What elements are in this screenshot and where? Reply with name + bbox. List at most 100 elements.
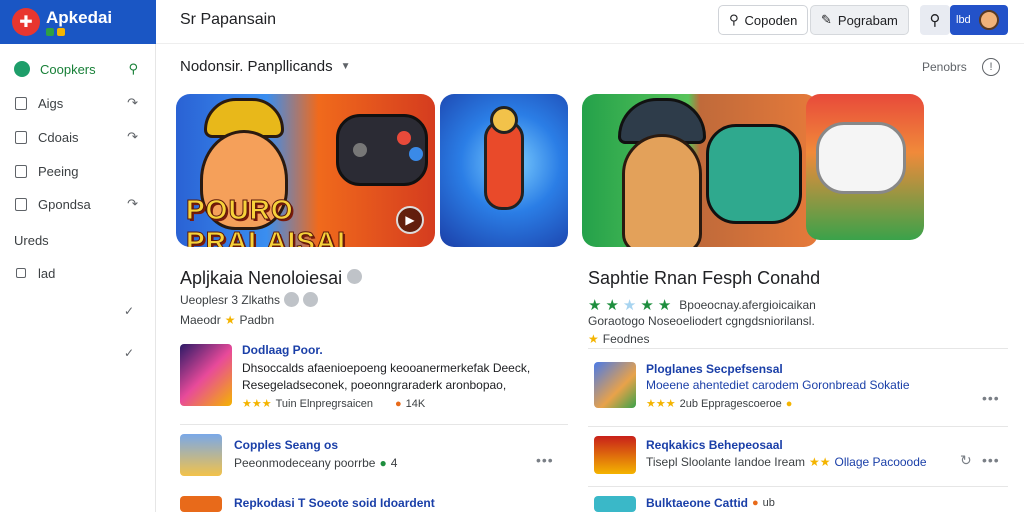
list-item-title[interactable]: Reqkakics Behepeosaal xyxy=(646,438,783,452)
badge-icon xyxy=(284,292,300,307)
arrow-icon[interactable]: ↷ xyxy=(127,129,138,145)
refresh-icon[interactable]: ↻ xyxy=(960,452,973,469)
page-icon xyxy=(14,130,28,144)
list-item-title[interactable]: Dodlaag Poor. xyxy=(242,343,323,357)
user-menu[interactable]: lbd xyxy=(950,5,1008,35)
emoji-icon: ● xyxy=(379,456,387,470)
sidebar-item-gpondsa[interactable]: Gpondsa ↷ xyxy=(14,193,144,215)
sidebar-item-aigs[interactable]: Aigs ↷ xyxy=(14,92,144,114)
featured-meta: Ueoplesr 3 Zlkaths xyxy=(180,292,319,307)
more-icon[interactable]: ••• xyxy=(982,452,1000,468)
featured-title[interactable]: Saphtie Rnan Fesph Conahd xyxy=(588,268,820,289)
info-icon[interactable]: ! xyxy=(982,58,1000,76)
list-item-title[interactable]: Copples Seang os xyxy=(234,438,338,452)
edit-button[interactable]: ✎ Pograbam xyxy=(810,5,909,35)
sidebar-item-coopkers[interactable]: Coopkers ⚲ xyxy=(14,58,144,80)
star-icon: ★ xyxy=(605,297,619,314)
star-icon: ★★ xyxy=(808,455,831,469)
featured-sub: ★ Feodnes xyxy=(588,332,649,346)
user-label: lbd xyxy=(956,14,971,26)
chevron-down-icon[interactable]: ✓ xyxy=(124,346,134,360)
open-button-label: Copoden xyxy=(744,12,798,28)
sidebar-item-lad[interactable]: lad xyxy=(14,262,144,284)
page-title: Sr Papansain xyxy=(180,11,277,28)
sort-label[interactable]: Penobrs xyxy=(922,60,967,74)
app-icon[interactable] xyxy=(594,362,636,408)
robot-head xyxy=(490,106,518,134)
arrow-icon[interactable]: ↷ xyxy=(127,196,138,212)
divider xyxy=(588,486,1008,487)
box-icon xyxy=(14,96,28,110)
sidebar: ✚ Apkedai Coopkers ⚲ Aigs ↷ Cdoais ↷ Pee… xyxy=(0,0,156,512)
featured-rating: ★ ★ ★ ★ ★ Bpoeocnay.afergioicaikan xyxy=(588,296,816,314)
star-icon: ★★★ xyxy=(242,398,272,410)
app-icon[interactable] xyxy=(180,344,232,406)
star-icon: ★ xyxy=(657,297,672,314)
brand-badges xyxy=(46,27,112,36)
sidebar-item-cdoais[interactable]: Cdoais ↷ xyxy=(14,126,144,148)
featured-rating-suffix: Padbn xyxy=(239,313,275,327)
more-icon[interactable]: ••• xyxy=(536,452,554,468)
star-icon: ★ xyxy=(588,297,602,314)
caret-down-icon: ▼ xyxy=(340,61,351,72)
list-item-desc-text: Tisepl Sloolante Iandoe Iream xyxy=(646,455,805,469)
folder-icon xyxy=(14,197,28,211)
list-item-title[interactable]: Ploglanes Secpefsensal xyxy=(646,362,783,376)
play-icon[interactable]: ▶ xyxy=(396,206,424,234)
featured-title[interactable]: Apljkaia Nenoloiesai xyxy=(180,268,363,289)
search-button[interactable]: ⚲ xyxy=(920,5,950,35)
app-icon[interactable] xyxy=(594,436,636,474)
list-item-desc: Peeonmodeceany poorrbe ● 4 xyxy=(234,456,397,470)
featured-banner-small[interactable] xyxy=(440,94,568,247)
category-dropdown[interactable]: Nodonsir. Panpllicands ▼ xyxy=(180,58,351,75)
list-item-header: Bulktaeone Cattid ● ub xyxy=(646,496,775,510)
star-icon: ★ xyxy=(640,297,654,314)
search-icon: ⚲ xyxy=(729,12,739,27)
more-icon[interactable]: ••• xyxy=(982,390,1000,406)
gamepad-icon xyxy=(706,124,802,224)
arrow-icon[interactable]: ↷ xyxy=(127,95,138,111)
brand-logo-icon: ✚ xyxy=(12,8,40,36)
star-icon: ★ xyxy=(588,332,599,346)
star-icon: ★ xyxy=(224,313,236,327)
sidebar-item-ureds[interactable]: Ureds xyxy=(14,229,144,251)
brand-name: Apkedai xyxy=(46,7,113,27)
badge-icon xyxy=(347,269,363,284)
sidebar-item-label: Coopkers xyxy=(40,61,96,77)
gamepad-icon xyxy=(816,122,906,194)
app-icon[interactable] xyxy=(180,434,222,476)
search-icon: ⚲ xyxy=(929,12,941,29)
open-button[interactable]: ⚲ Copoden xyxy=(718,5,809,35)
sidebar-item-label: Gpondsa xyxy=(38,196,91,212)
sidebar-item-label: Ureds xyxy=(14,232,49,248)
list-item-title[interactable]: Bulktaeone Cattid xyxy=(646,496,748,510)
list-item-desc: ub xyxy=(762,497,775,509)
sidebar-item-label: Cdoais xyxy=(38,129,79,145)
top-bar: Sr Papansain ⚲ Copoden ✎ Pograbam ⚲ lbd xyxy=(156,0,1024,44)
pencil-icon: ✎ xyxy=(821,12,832,27)
hero-character xyxy=(622,134,702,247)
doc-icon xyxy=(14,164,28,178)
rating-text: 2ub Eppragescoeroe xyxy=(679,397,782,410)
sidebar-item-label: lad xyxy=(38,265,56,281)
featured-desc: Goraotogo Noseoeliodert cgngdsniorilansl… xyxy=(588,314,815,328)
list-item-desc: Tisepl Sloolante Iandoe Iream ★★ Ollage … xyxy=(646,455,927,469)
divider xyxy=(588,426,1008,427)
featured-banner-right[interactable] xyxy=(582,94,818,247)
brand-header[interactable]: ✚ Apkedai xyxy=(0,0,156,44)
search-icon[interactable]: ⚲ xyxy=(128,61,138,77)
rating-count: 4 xyxy=(390,456,398,470)
featured-subtitle: Ueoplesr 3 Zlkaths xyxy=(180,292,281,307)
link-icon xyxy=(14,266,28,280)
list-item-rating: ★★★ Tuin Elnpregrsaicen ● 14K xyxy=(242,397,425,411)
category-dropdown-label: Nodonsir. Panpllicands xyxy=(180,58,333,75)
list-item-desc-text: Peeonmodeceany poorrbe xyxy=(234,456,376,470)
featured-banner-far-right[interactable] xyxy=(806,94,924,240)
chevron-down-icon[interactable]: ✓ xyxy=(124,304,134,318)
app-icon[interactable] xyxy=(180,496,222,512)
app-icon[interactable] xyxy=(594,496,636,512)
fire-icon: ● xyxy=(395,397,402,410)
featured-banner-left[interactable]: POURO PRALAISAI ▶ xyxy=(176,94,435,247)
sidebar-item-peeing[interactable]: Peeing xyxy=(14,160,144,182)
list-item-title[interactable]: Repkodasi T Soeote soid Idoardent xyxy=(234,496,435,510)
